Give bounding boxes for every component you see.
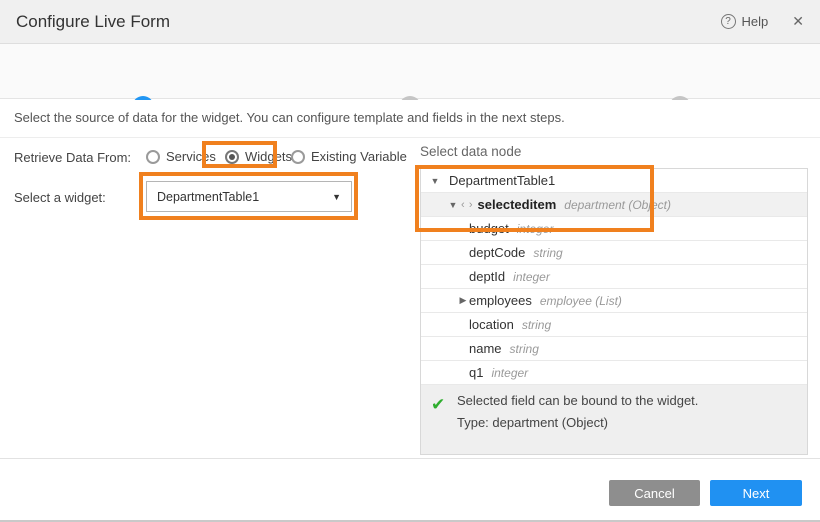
node-label: deptId (469, 269, 505, 284)
tree-row-deptid[interactable]: deptId integer (421, 265, 807, 289)
wizard-stepper: 1 2 3 Data Form Layout Form Fields (0, 44, 820, 99)
tree-row-deptcode[interactable]: deptCode string (421, 241, 807, 265)
node-label: selecteditem (478, 197, 557, 212)
node-label: DepartmentTable1 (449, 173, 555, 188)
node-label: deptCode (469, 245, 525, 260)
tree-row-selecteditem[interactable]: ▼ ‹ › selecteditem department (Object) (421, 193, 807, 217)
node-type: string (510, 342, 539, 356)
help-label: Help (742, 14, 769, 29)
binding-status-type: Type: department (Object) (457, 415, 795, 430)
object-code-icon: ‹ › (461, 199, 474, 211)
node-label: location (469, 317, 514, 332)
footer-divider (0, 458, 820, 459)
next-button[interactable]: Next (710, 480, 802, 506)
node-type: string (533, 246, 562, 260)
node-label: q1 (469, 365, 483, 380)
dialog-title: Configure Live Form (16, 12, 170, 32)
radio-existing-variable[interactable]: Existing Variable (291, 149, 407, 164)
node-type: integer (517, 222, 554, 236)
binding-status: ✔ Selected field can be bound to the wid… (421, 385, 807, 454)
radio-widgets-circle (225, 150, 239, 164)
radio-widgets[interactable]: Widgets (225, 149, 292, 164)
check-icon: ✔ (431, 395, 445, 415)
tree-row-employees[interactable]: ▶ employees employee (List) (421, 289, 807, 313)
node-type: employee (List) (540, 294, 622, 308)
select-widget-label: Select a widget: (14, 190, 106, 205)
help-button[interactable]: ? Help (721, 14, 769, 29)
radio-services[interactable]: Services (146, 149, 216, 164)
description-divider (0, 137, 820, 138)
radio-services-circle (146, 150, 160, 164)
tree-row-name[interactable]: name string (421, 337, 807, 361)
radio-services-label: Services (166, 149, 216, 164)
dropdown-arrow-icon: ▼ (332, 192, 341, 202)
widget-dropdown[interactable]: DepartmentTable1 ▼ (146, 181, 352, 212)
node-label: name (469, 341, 502, 356)
configure-live-form-dialog: Configure Live Form ? Help ✕ 1 2 3 Data … (0, 0, 820, 522)
data-node-tree: ▼ DepartmentTable1 ▼ ‹ › selecteditem de… (420, 168, 808, 455)
retrieve-data-from-label: Retrieve Data From: (14, 150, 131, 165)
node-label: employees (469, 293, 532, 308)
step-description: Select the source of data for the widget… (14, 110, 565, 125)
widget-dropdown-value: DepartmentTable1 (157, 190, 259, 204)
cancel-button[interactable]: Cancel (609, 480, 700, 506)
radio-widgets-label: Widgets (245, 149, 292, 164)
tree-row-departmenttable1[interactable]: ▼ DepartmentTable1 (421, 169, 807, 193)
binding-status-message: Selected field can be bound to the widge… (457, 393, 795, 408)
tree-row-q1[interactable]: q1 integer (421, 361, 807, 385)
chevron-right-icon[interactable]: ▶ (457, 295, 469, 306)
tree-row-budget[interactable]: budget integer (421, 217, 807, 241)
radio-existing-variable-label: Existing Variable (311, 149, 407, 164)
node-type: string (522, 318, 551, 332)
close-icon[interactable]: ✕ (792, 13, 804, 30)
dialog-header: Configure Live Form ? Help ✕ (0, 0, 820, 44)
node-type: department (Object) (564, 198, 671, 212)
node-type: integer (513, 270, 550, 284)
chevron-down-icon[interactable]: ▼ (429, 176, 441, 186)
radio-existing-variable-circle (291, 150, 305, 164)
dialog-body: Select the source of data for the widget… (0, 100, 820, 522)
tree-row-location[interactable]: location string (421, 313, 807, 337)
node-type: integer (491, 366, 528, 380)
help-icon: ? (721, 14, 736, 29)
select-data-node-title: Select data node (420, 144, 521, 159)
chevron-down-icon[interactable]: ▼ (447, 200, 459, 210)
node-label: budget (469, 221, 509, 236)
